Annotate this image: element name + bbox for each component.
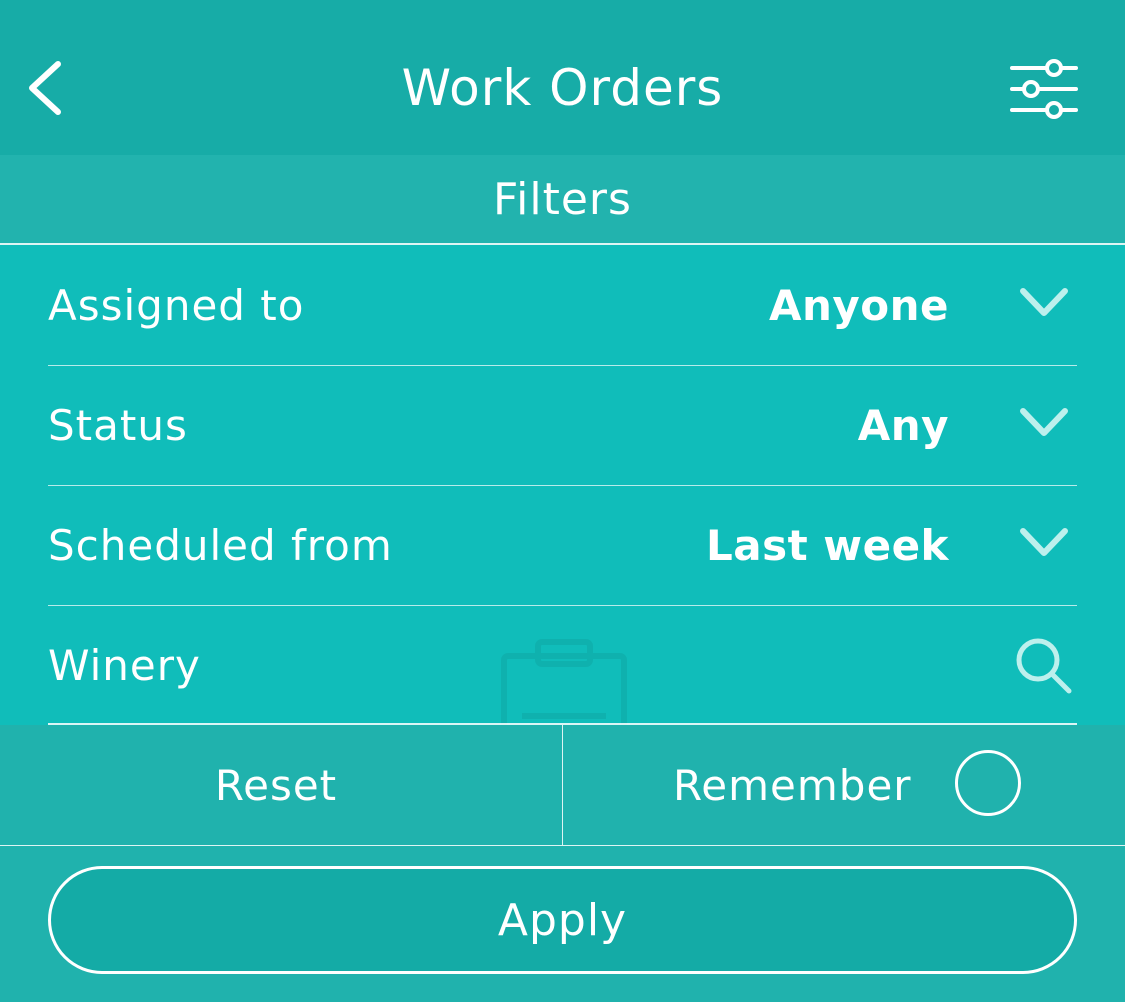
filter-row-status[interactable]: Status Any [48, 365, 1077, 486]
sliders-icon [1010, 59, 1078, 119]
reset-button[interactable]: Reset [0, 725, 562, 845]
filter-actions: Reset Remember [0, 725, 1125, 846]
filter-label: Assigned to [48, 281, 305, 330]
search-icon[interactable] [1013, 635, 1075, 697]
chevron-down-icon [1020, 288, 1068, 316]
apply-button[interactable]: Apply [48, 866, 1077, 974]
remember-radio[interactable] [955, 750, 1021, 816]
filters-heading: Filters [493, 174, 632, 225]
chevron-down-icon [1020, 408, 1068, 436]
app-header: Work Orders [0, 0, 1125, 155]
filter-row-scheduled-from[interactable]: Scheduled from Last week [48, 485, 1077, 606]
filters-panel: Assigned to Anyone Status Any Scheduled … [0, 245, 1125, 725]
page-title: Work Orders [401, 59, 724, 117]
filter-label: Winery [48, 641, 201, 690]
reset-label: Reset [214, 761, 338, 810]
filter-row-winery[interactable]: Winery [48, 605, 1077, 725]
remember-label: Remember [673, 761, 912, 810]
apply-label: Apply [497, 895, 628, 946]
filter-value: Any [857, 401, 949, 450]
filter-button[interactable] [1002, 52, 1086, 128]
chevron-down-icon [1020, 528, 1068, 556]
filter-value: Anyone [768, 281, 949, 330]
filter-label: Scheduled from [48, 521, 393, 570]
filter-label: Status [48, 401, 188, 450]
filter-value: Last week [705, 521, 949, 570]
filter-row-assigned-to[interactable]: Assigned to Anyone [48, 245, 1077, 366]
filters-header: Filters [0, 155, 1125, 245]
remember-toggle[interactable]: Remember [563, 725, 1125, 845]
